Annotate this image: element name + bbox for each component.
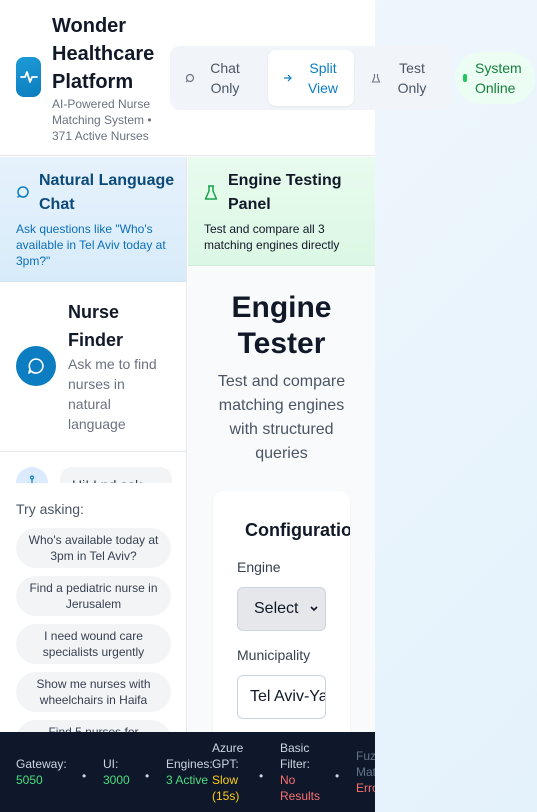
message-circle-icon (184, 73, 196, 83)
activity-logo-icon (16, 57, 41, 97)
engine-panel-header: Engine Testing Panel Test and compare al… (188, 157, 375, 266)
online-dot-icon (463, 74, 467, 82)
chat-panel-title: Natural Language Chat (39, 172, 175, 213)
fuzzy-match-value: Error (356, 781, 375, 795)
gateway-label: Gateway: (16, 757, 67, 771)
nurse-finder-header: Nurse Finder Ask me to find nurses in na… (0, 282, 186, 452)
message-circle-icon (16, 185, 30, 204)
basic-filter-label: Basic Filter: (280, 741, 310, 771)
separator: • (82, 769, 87, 783)
configuration-card: Configuration Engine Select Municipality… (213, 491, 350, 732)
azure-value: Slow (15s) (212, 773, 240, 803)
municipality-label: Municipality (237, 647, 311, 663)
flask-icon (204, 185, 218, 206)
split-view-button[interactable]: Split View (268, 50, 354, 106)
engines-status: Engines: 3 Active (166, 756, 214, 788)
chevron-down-icon (309, 602, 319, 621)
app-title: Wonder Healthcare Platform (52, 15, 155, 93)
engine-select[interactable]: Select (237, 587, 326, 631)
azure-gpt-status: Azure GPT: Slow (15s) (212, 740, 252, 804)
ui-label: UI: (103, 757, 119, 771)
engine-tester-subtitle: Test and compare matching engines with s… (217, 373, 346, 462)
municipality-input[interactable]: Tel Aviv-Yafo (237, 675, 326, 719)
engines-value: 3 Active (166, 773, 209, 787)
configuration-title: Configuration (245, 520, 350, 540)
engine-tester-title: Engine Tester (231, 291, 332, 360)
basic-filter-value: No Results (280, 773, 321, 803)
chat-column: Natural Language Chat Ask questions like… (0, 157, 187, 732)
suggestions-panel: Try asking: Who's available today at 3pm… (0, 483, 186, 732)
flask-icon (370, 73, 382, 83)
status-bar: Gateway: 5050 • UI: 3000 • Engines: 3 Ac… (0, 732, 375, 812)
fuzzy-match-status: Fuzzy Match: Error (356, 748, 375, 796)
test-only-label: Test Only (397, 60, 427, 96)
engine-panel-description: Test and compare all 3 matching engines … (204, 222, 340, 252)
separator: • (145, 769, 150, 783)
chat-only-button[interactable]: Chat Only (184, 50, 264, 106)
fuzzy-match-label: Fuzzy Match: (356, 749, 375, 779)
engine-label: Engine (237, 559, 281, 575)
system-status-badge: System Online (455, 52, 535, 104)
test-only-button[interactable]: Test Only (370, 50, 448, 106)
suggestion-chip[interactable]: I need wound care specialists urgently (16, 624, 171, 664)
basic-filter-status: Basic Filter: No Results (280, 740, 328, 804)
suggestion-chip[interactable]: Show me nurses with wheelchairs in Haifa (16, 672, 171, 712)
separator: • (259, 769, 264, 783)
suggestion-chip[interactable]: Find a pediatric nurse in Jerusalem (16, 576, 171, 616)
system-status-label: System Online (475, 60, 522, 96)
view-mode-switcher: Chat Only Split View Test Only (170, 46, 451, 110)
chat-panel-description: Ask questions like "Who's available in T… (16, 222, 166, 268)
top-header: Wonder Healthcare Platform AI-Powered Nu… (0, 0, 537, 156)
separator: • (335, 769, 340, 783)
split-view-label: Split View (307, 60, 339, 96)
suggestion-chip[interactable]: Who's available today at 3pm in Tel Aviv… (16, 528, 171, 568)
suggestions-heading: Try asking: (16, 501, 84, 517)
engines-label: Engines: (166, 757, 213, 771)
chat-only-label: Chat Only (210, 60, 240, 96)
suggestion-chip[interactable]: Find 5 nurses for (16, 720, 171, 732)
gateway-status: Gateway: 5050 (16, 756, 76, 788)
engine-select-value: Select (254, 600, 299, 617)
azure-label: Azure GPT: (212, 741, 244, 771)
engine-panel-title: Engine Testing Panel (228, 172, 342, 213)
gateway-value: 5050 (16, 773, 43, 787)
nurse-finder-title: Nurse Finder (68, 302, 124, 350)
chat-panel-header: Natural Language Chat Ask questions like… (0, 157, 186, 282)
chat-bubble-icon (16, 346, 56, 386)
engine-column: Engine Testing Panel Test and compare al… (188, 157, 375, 732)
nurse-finder-description: Ask me to find nurses in natural languag… (68, 356, 157, 432)
ui-status: UI: 3000 (103, 756, 139, 788)
arrow-right-icon (282, 73, 294, 83)
app-subtitle: AI-Powered Nurse Matching System • 371 A… (52, 97, 152, 143)
ui-value: 3000 (103, 773, 130, 787)
